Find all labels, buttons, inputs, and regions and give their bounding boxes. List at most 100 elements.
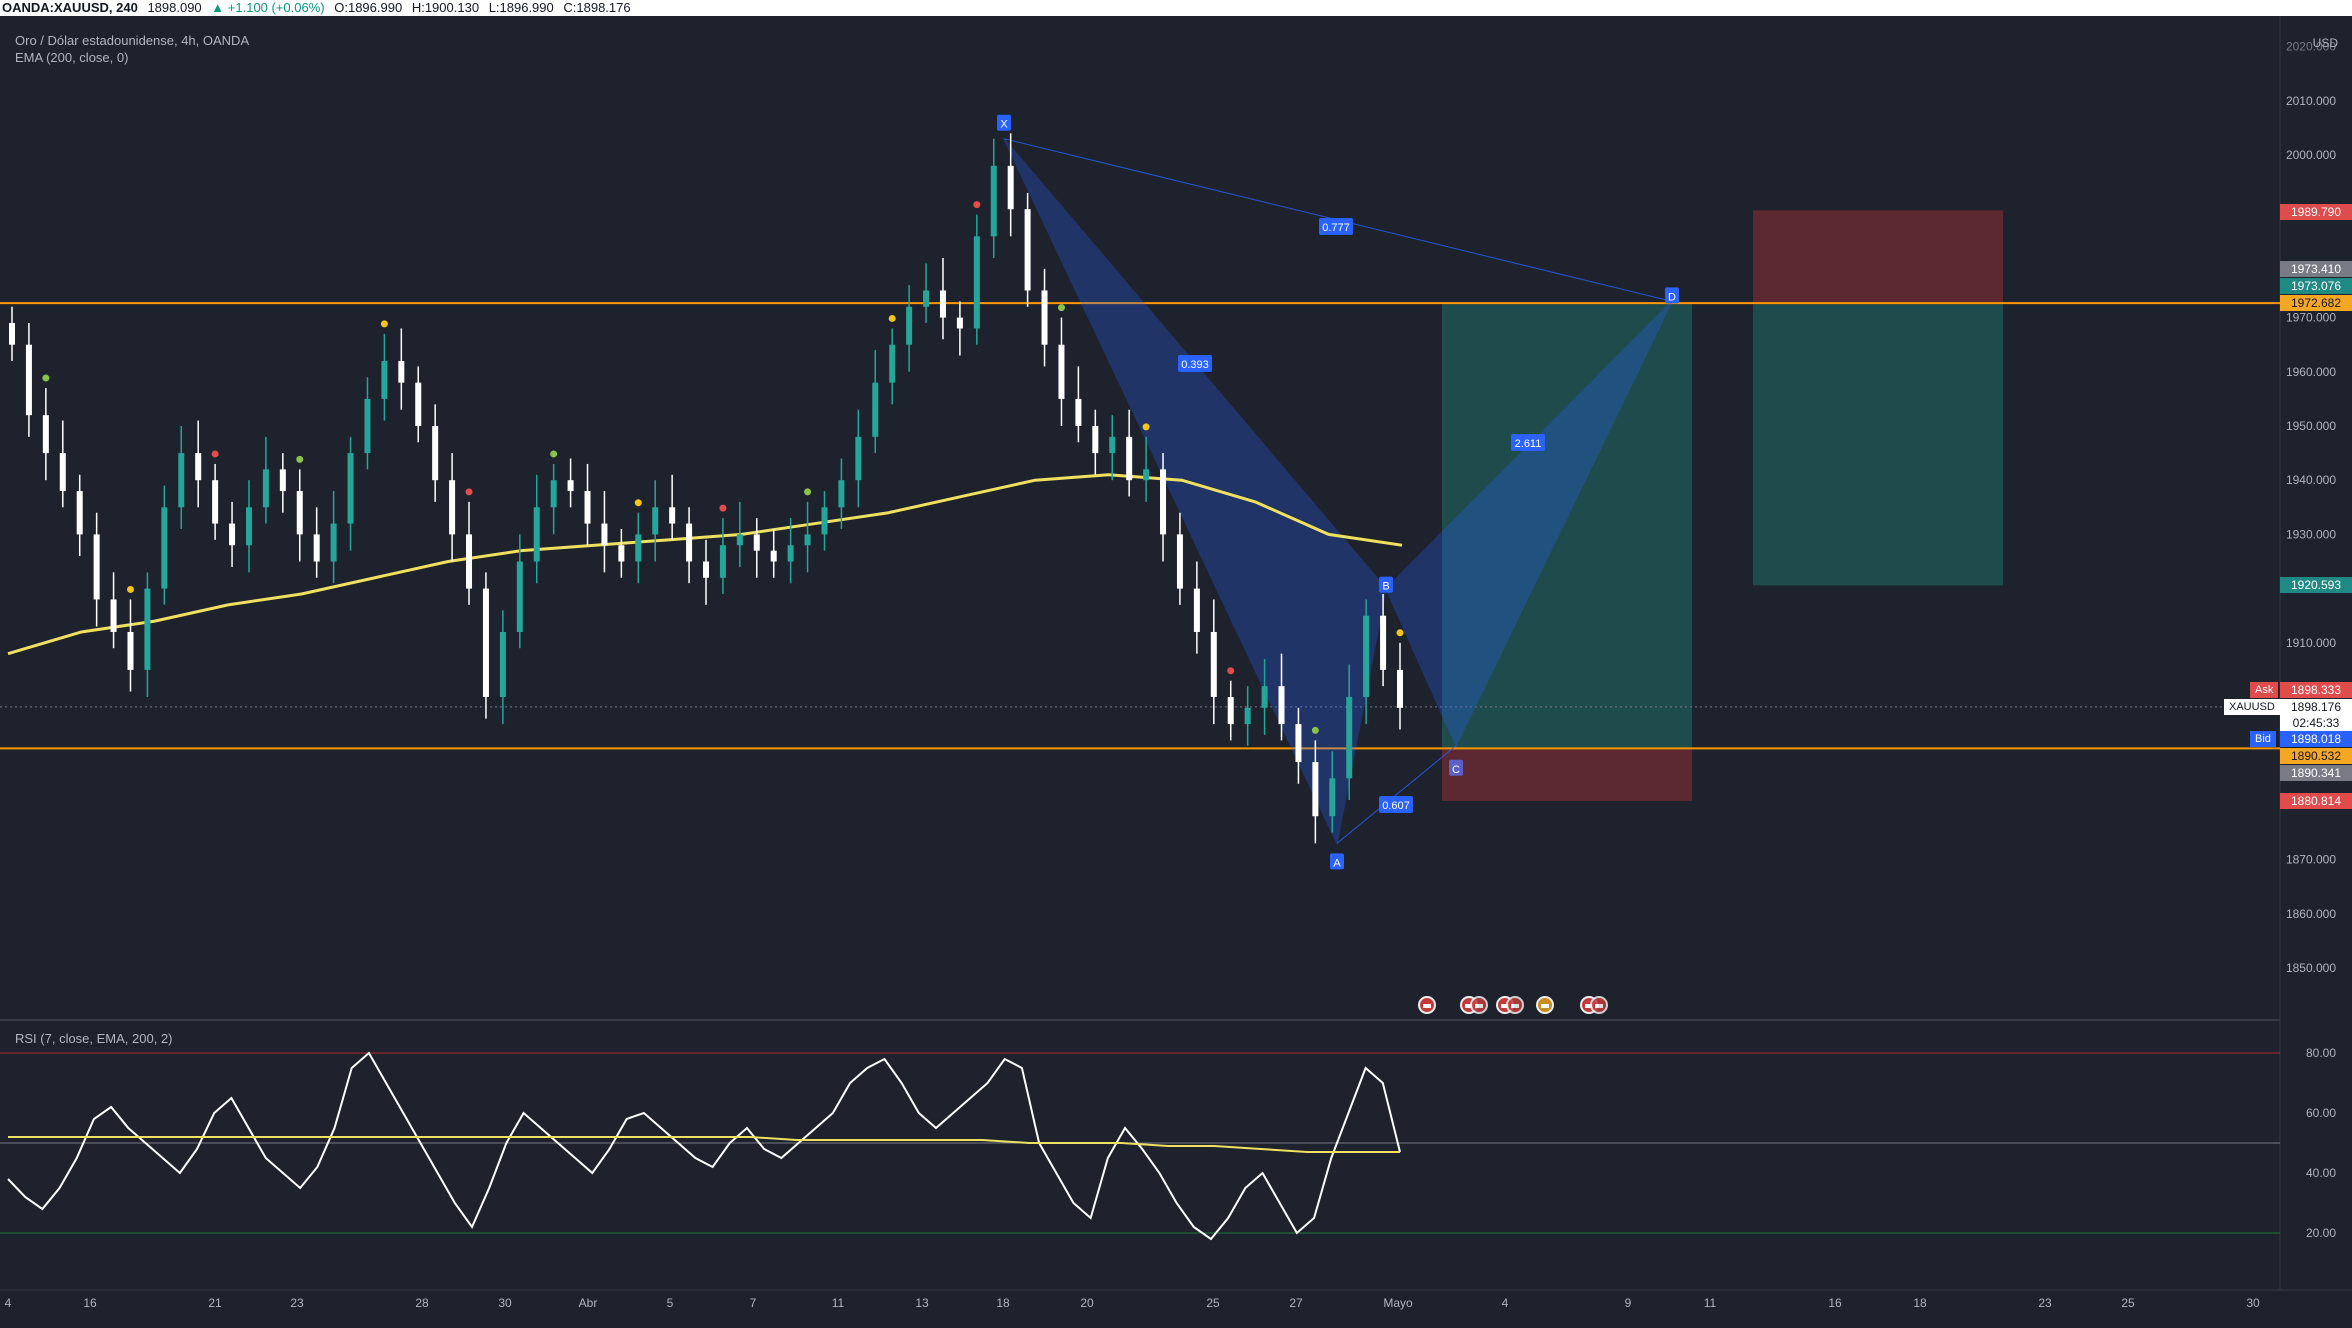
- tag-sl-bottom: 1880.814: [2280, 793, 2352, 809]
- symbol-label: XAUUSD: [2224, 699, 2280, 715]
- candle-body: [1041, 290, 1048, 345]
- candle-body: [516, 561, 523, 632]
- ask-label: Ask: [2250, 682, 2279, 698]
- candle-body: [262, 469, 269, 508]
- harmonic-point-label: D: [1668, 291, 1676, 303]
- candle-body: [1312, 762, 1319, 817]
- candle-body: [669, 507, 676, 524]
- bar-countdown: 02:45:33: [2292, 716, 2340, 730]
- candle-body: [956, 317, 963, 329]
- candle-body: [296, 491, 303, 535]
- time-tick-label: 23: [290, 1296, 304, 1310]
- price-chart[interactable]: 2010.000 2000.000 1970.000 1960.000 1950.000…: [0, 0, 2352, 1323]
- candle-body: [618, 545, 625, 562]
- open-value: O:1896.990: [334, 0, 403, 15]
- long-position-loss-zone: [1442, 748, 1692, 801]
- price-tick-label: 1930.000: [2286, 527, 2336, 541]
- candle-body: [1024, 209, 1031, 291]
- eu-flag-event-icon[interactable]: [1536, 996, 1554, 1014]
- currency-label: USD: [2312, 36, 2338, 50]
- candle-body: [550, 480, 557, 508]
- tag-tp-low: 1920.593: [2280, 577, 2352, 593]
- candle-body: [229, 523, 236, 546]
- ema-legend[interactable]: EMA (200, close, 0): [15, 50, 128, 65]
- us-flag-event-icon[interactable]: [1506, 996, 1524, 1014]
- candle-body: [889, 344, 896, 383]
- candle-body: [719, 545, 726, 578]
- candle-body: [804, 534, 811, 546]
- price-tick-label: 1870.000: [2286, 853, 2336, 867]
- price-tick-label: 1940.000: [2286, 473, 2336, 487]
- candle-body: [1346, 697, 1353, 779]
- candle-body: [1143, 469, 1150, 481]
- candle-body: [9, 323, 15, 345]
- candle-body: [1109, 436, 1116, 454]
- time-tick-label: 11: [832, 1296, 845, 1310]
- time-tick-label: 5: [667, 1296, 674, 1310]
- time-tick-label: 4: [5, 1296, 12, 1310]
- candle-body: [1058, 344, 1065, 399]
- short-position-profit-zone: [1753, 303, 2003, 586]
- candle-body: [482, 588, 489, 697]
- candle-body: [161, 507, 168, 589]
- us-flag-event-icon[interactable]: [1470, 996, 1488, 1014]
- low-value: L:1896.990: [488, 0, 554, 15]
- time-tick-label: 4: [1502, 1296, 1509, 1310]
- tag-t1: 1973.410: [2280, 261, 2352, 277]
- candle-body: [1227, 697, 1234, 725]
- candle-body: [567, 480, 574, 492]
- candle-body: [787, 545, 794, 562]
- candle-body: [279, 469, 286, 492]
- rsi-legend[interactable]: RSI (7, close, EMA, 200, 2): [15, 1031, 173, 1046]
- candle-body: [939, 290, 946, 318]
- candle-body: [127, 631, 134, 670]
- short-position-loss-zone: [1753, 210, 2003, 304]
- time-tick-label: 20: [1080, 1296, 1094, 1310]
- us-flag-event-icon[interactable]: [1418, 996, 1436, 1014]
- signal-dot: [42, 374, 50, 382]
- candle-body: [330, 523, 337, 562]
- candle-body: [1329, 778, 1336, 817]
- time-tick-label: 23: [2038, 1296, 2052, 1310]
- candle-body: [499, 631, 506, 697]
- close-value: C:1898.176: [563, 0, 631, 15]
- us-flag-event-icon[interactable]: [1590, 996, 1608, 1014]
- candle-body: [466, 534, 473, 589]
- candle-body: [212, 480, 219, 524]
- time-tick-label: 16: [1828, 1296, 1842, 1310]
- candle-body: [1244, 707, 1251, 725]
- main-series-legend[interactable]: Oro / Dólar estadounidense, 4h, OANDA: [15, 33, 249, 48]
- candle-body: [1126, 436, 1133, 481]
- ratio-label: 0.393: [1181, 359, 1209, 371]
- candle-body: [770, 550, 777, 562]
- chart-area[interactable]: 2010.000 2000.000 1970.000 1960.000 1950.000…: [0, 0, 2352, 1323]
- candle-body: [110, 599, 117, 632]
- time-tick-label: 11: [1704, 1296, 1717, 1310]
- candle-body: [347, 453, 354, 524]
- price-tick-label: 1960.000: [2286, 365, 2336, 379]
- candle-body: [432, 426, 439, 481]
- candle-body: [93, 534, 100, 600]
- signal-dot: [973, 201, 981, 209]
- candle: [1024, 192, 1031, 307]
- time-tick-label: 21: [208, 1296, 222, 1310]
- time-tick-label: 30: [2246, 1296, 2260, 1310]
- time-tick-label: 25: [2121, 1296, 2135, 1310]
- price-tick-label: 1860.000: [2286, 907, 2336, 921]
- tag-last: 1898.176 02:45:33: [2280, 699, 2352, 731]
- signal-dot: [1142, 423, 1150, 431]
- last-price-tag: 1898.176: [2290, 700, 2342, 714]
- candle-body: [855, 436, 862, 481]
- candle-body: [245, 507, 252, 546]
- time-tick-label: 25: [1206, 1296, 1220, 1310]
- tag-resistance: 1972.682: [2280, 295, 2352, 311]
- candle-body: [753, 534, 760, 551]
- candle-body: [59, 453, 66, 492]
- candle-body: [1160, 469, 1167, 535]
- symbol-title[interactable]: OANDA:XAUUSD, 240: [2, 0, 138, 15]
- bid-label: Bid: [2250, 731, 2276, 747]
- candle: [482, 572, 489, 719]
- signal-dot: [634, 499, 642, 507]
- candle-body: [1193, 588, 1200, 632]
- candle-body: [1261, 686, 1268, 708]
